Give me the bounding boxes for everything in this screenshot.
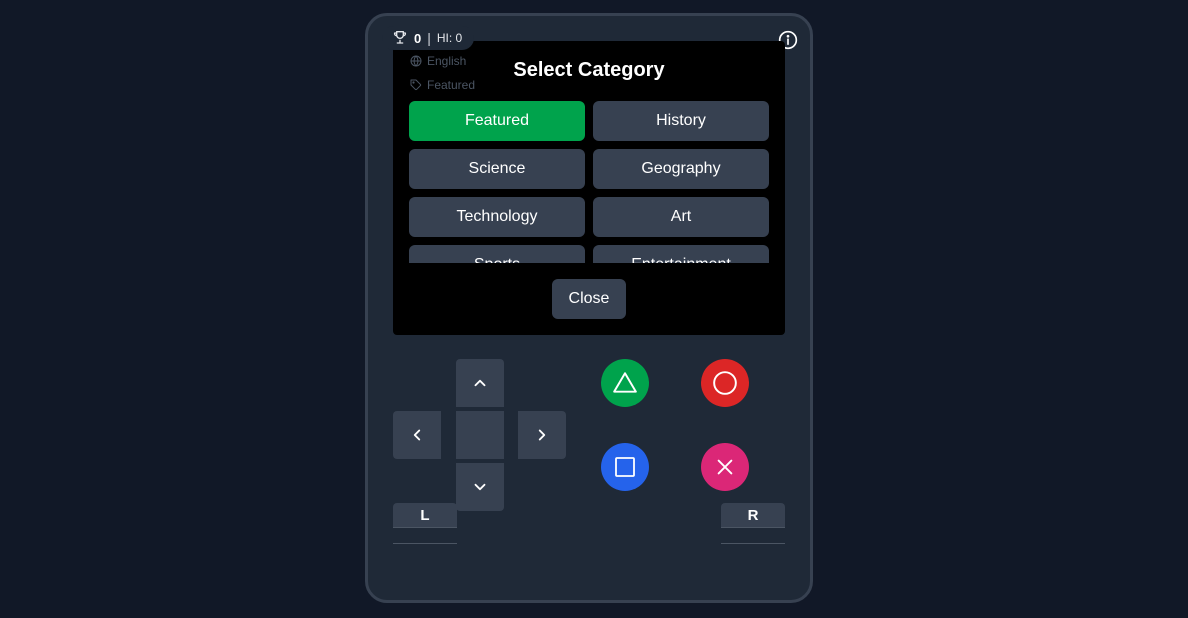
modal-title: Select Category bbox=[513, 59, 665, 81]
square-button[interactable] bbox=[601, 443, 649, 491]
high-score: HI: 0 bbox=[436, 31, 463, 45]
triangle-button[interactable] bbox=[601, 359, 649, 407]
chevron-right-icon bbox=[538, 429, 546, 441]
category-geography-button[interactable]: Geography bbox=[593, 149, 769, 189]
triangle-icon bbox=[613, 372, 637, 393]
category-technology-button[interactable]: Technology bbox=[409, 197, 585, 237]
category-entertainment-button[interactable]: Entertainment bbox=[593, 245, 769, 263]
dpad-down-button[interactable] bbox=[456, 463, 504, 511]
category-sports-button[interactable]: Sports bbox=[409, 245, 585, 263]
trophy-icon bbox=[392, 29, 408, 48]
category-list[interactable]: Featured History Science Geography Techn… bbox=[409, 101, 769, 263]
score-value: 0 bbox=[414, 30, 422, 46]
game-screen: English Featured Select Category Feature… bbox=[393, 41, 785, 335]
left-shoulder-button[interactable]: L bbox=[393, 503, 457, 528]
cross-icon bbox=[717, 459, 733, 475]
category-history-button[interactable]: History bbox=[593, 101, 769, 141]
score-separator: | bbox=[427, 30, 431, 46]
category-art-button[interactable]: Art bbox=[593, 197, 769, 237]
right-shoulder-divider bbox=[721, 543, 785, 544]
dpad-right-button[interactable] bbox=[518, 411, 566, 459]
dpad-center bbox=[456, 411, 504, 459]
cross-button[interactable] bbox=[701, 443, 749, 491]
score-display: 0 | HI: 0 bbox=[382, 26, 475, 50]
chevron-left-icon bbox=[413, 429, 421, 441]
circle-button[interactable] bbox=[701, 359, 749, 407]
square-icon bbox=[615, 457, 635, 477]
dpad-left-button[interactable] bbox=[393, 411, 441, 459]
close-button[interactable]: Close bbox=[552, 279, 626, 319]
category-featured-button[interactable]: Featured bbox=[409, 101, 585, 141]
left-shoulder-divider bbox=[393, 543, 457, 544]
right-shoulder-button[interactable]: R bbox=[721, 503, 785, 528]
category-science-button[interactable]: Science bbox=[409, 149, 585, 189]
dpad-up-button[interactable] bbox=[456, 359, 504, 407]
game-console: 0 | HI: 0 English Featured Select Catego… bbox=[365, 13, 813, 603]
chevron-up-icon bbox=[474, 379, 486, 387]
circle-icon bbox=[713, 371, 737, 395]
chevron-down-icon bbox=[474, 483, 486, 491]
